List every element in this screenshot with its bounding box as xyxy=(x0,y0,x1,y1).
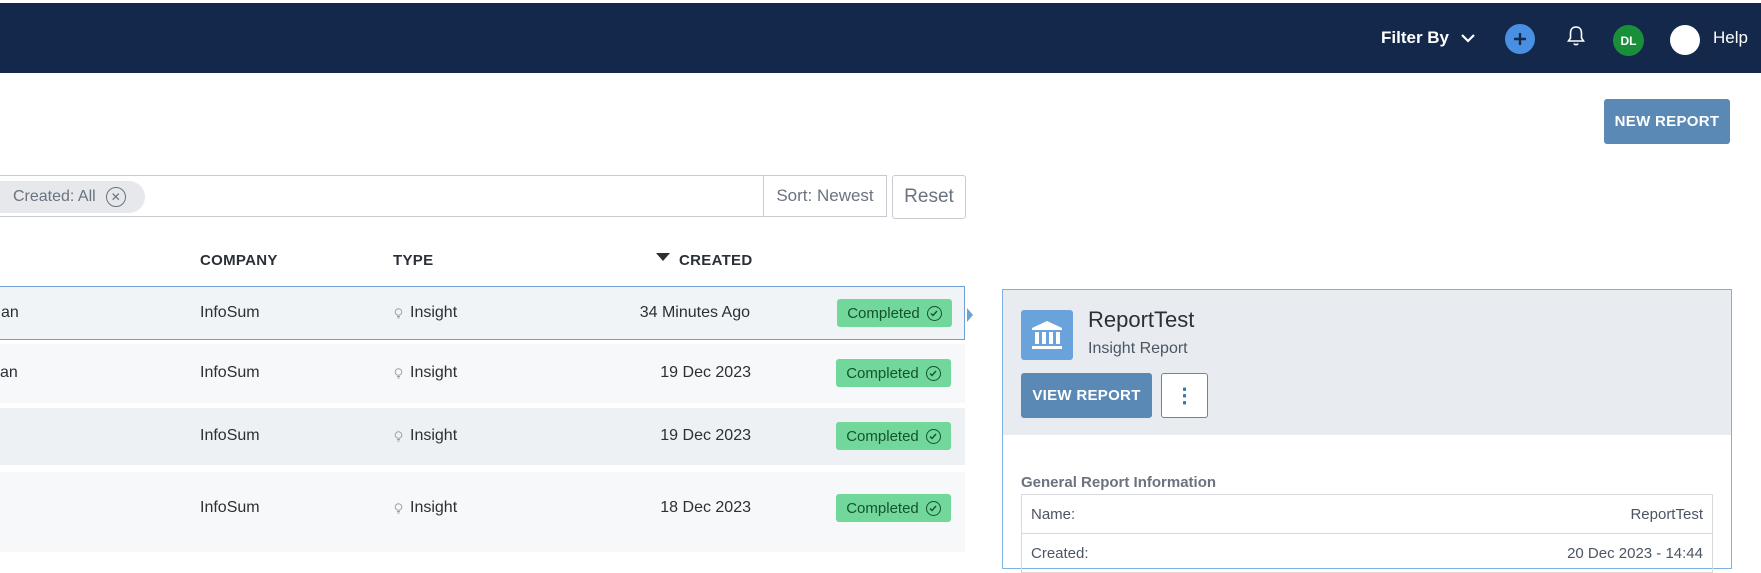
help-label: Help xyxy=(1713,28,1748,47)
status-badge: Completed xyxy=(836,494,951,522)
more-options-button[interactable]: ⋮ xyxy=(1161,373,1208,418)
created-cell: 34 Minutes Ago xyxy=(639,304,750,321)
lightbulb-icon xyxy=(394,431,403,442)
help-glyph: ? xyxy=(1678,28,1692,51)
company-cell: InfoSum xyxy=(200,304,260,321)
close-circle-icon[interactable]: ✕ xyxy=(105,187,126,207)
info-row: Created: 20 Dec 2023 - 14:44 xyxy=(1022,534,1712,573)
reset-button[interactable]: Reset xyxy=(892,175,966,219)
column-header-created[interactable]: CREATED xyxy=(679,252,753,269)
kebab-icon: ⋮ xyxy=(1174,385,1195,407)
view-report-label: VIEW REPORT xyxy=(1032,387,1141,404)
add-button[interactable] xyxy=(1505,24,1535,54)
column-header-type[interactable]: TYPE xyxy=(393,252,433,269)
reset-label: Reset xyxy=(904,186,954,207)
bank-icon xyxy=(1021,310,1073,360)
lightbulb-icon xyxy=(394,503,403,514)
sort-label: Sort: Newest xyxy=(776,186,874,205)
check-circle-icon xyxy=(925,365,941,381)
company-cell: InfoSum xyxy=(200,427,260,444)
avatar[interactable]: DL xyxy=(1613,25,1644,56)
filter-by-dropdown[interactable]: Filter By xyxy=(1381,3,1475,73)
info-row: Name: ReportTest xyxy=(1022,495,1712,534)
lightbulb-icon xyxy=(394,308,403,319)
report-detail-header: ReportTest Insight Report VIEW REPORT ⋮ xyxy=(1003,290,1731,435)
new-report-button[interactable]: NEW REPORT xyxy=(1604,99,1730,144)
plus-icon xyxy=(1514,33,1526,45)
help-link[interactable]: Help xyxy=(1713,3,1748,73)
report-name: an xyxy=(1,304,19,321)
created-cell: 19 Dec 2023 xyxy=(660,364,751,381)
type-cell: Insight xyxy=(410,427,458,444)
status-label: Completed xyxy=(846,499,919,517)
status-badge: Completed xyxy=(837,299,952,327)
report-title: ReportTest xyxy=(1088,307,1195,332)
info-label: Created: xyxy=(1031,545,1089,562)
status-badge: Completed xyxy=(836,359,951,387)
created-cell: 18 Dec 2023 xyxy=(660,499,751,516)
section-title: General Report Information xyxy=(1021,474,1217,491)
table-row[interactable]: InfoSum Insight 18 Dec 2023 Completed xyxy=(0,472,965,552)
info-label: Name: xyxy=(1031,506,1076,523)
new-report-label: NEW REPORT xyxy=(1614,113,1720,130)
created-cell: 19 Dec 2023 xyxy=(660,427,751,444)
notifications-button[interactable] xyxy=(1566,25,1586,47)
lightbulb-icon xyxy=(394,368,403,379)
status-label: Completed xyxy=(846,364,919,382)
table-row[interactable]: an InfoSum Insight 19 Dec 2023 Completed xyxy=(0,344,965,403)
type-cell: Insight xyxy=(410,499,458,516)
filter-by-label: Filter By xyxy=(1381,28,1450,47)
info-value: 20 Dec 2023 - 14:44 xyxy=(1567,545,1703,562)
type-cell: Insight xyxy=(410,364,458,381)
company-cell: InfoSum xyxy=(200,499,260,516)
report-subtitle: Insight Report xyxy=(1088,340,1188,357)
filter-search-bar[interactable]: Created: All ✕ xyxy=(0,175,764,217)
report-info-table: Name: ReportTest Created: 20 Dec 2023 - … xyxy=(1021,494,1713,573)
help-icon[interactable]: ? xyxy=(1670,25,1700,55)
selected-row-pointer xyxy=(967,308,973,322)
status-badge: Completed xyxy=(836,422,951,450)
status-label: Completed xyxy=(846,427,919,445)
table-row[interactable]: an InfoSum Insight 34 Minutes Ago Comple… xyxy=(0,286,965,340)
company-cell: InfoSum xyxy=(200,364,260,381)
report-detail-panel: ReportTest Insight Report VIEW REPORT ⋮ … xyxy=(1002,289,1732,573)
type-cell: Insight xyxy=(410,304,458,321)
view-report-button[interactable]: VIEW REPORT xyxy=(1021,373,1152,418)
bell-icon xyxy=(1567,26,1585,46)
column-header-company[interactable]: COMPANY xyxy=(200,252,278,269)
sort-button[interactable]: Sort: Newest xyxy=(763,175,887,217)
report-name: an xyxy=(0,364,18,381)
check-circle-icon xyxy=(925,500,941,516)
table-row[interactable]: InfoSum Insight 19 Dec 2023 Completed xyxy=(0,408,965,465)
filter-chip-label: Created: All xyxy=(13,188,96,205)
info-value: ReportTest xyxy=(1630,506,1703,523)
filter-chip-created: Created: All ✕ xyxy=(0,181,145,213)
sort-desc-icon[interactable] xyxy=(656,253,670,261)
chevron-down-icon xyxy=(1461,33,1475,43)
status-label: Completed xyxy=(847,304,920,322)
top-navigation-bar: Filter By DL ? Help xyxy=(0,3,1761,73)
avatar-initials: DL xyxy=(1620,33,1637,48)
check-circle-icon xyxy=(926,305,942,321)
check-circle-icon xyxy=(925,428,941,444)
